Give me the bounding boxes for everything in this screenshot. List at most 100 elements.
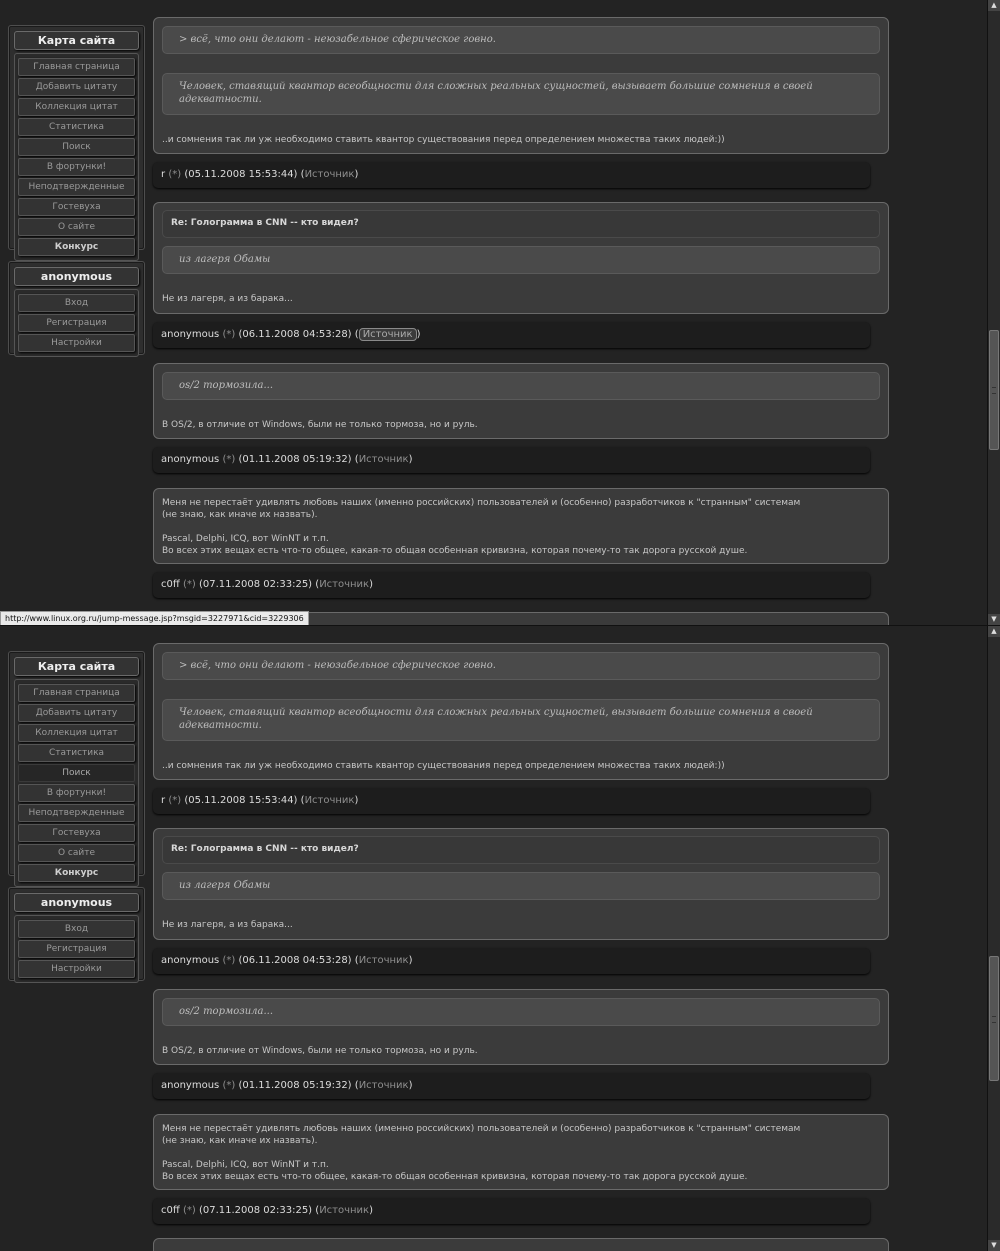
author-star-link[interactable]: (*) [168, 795, 181, 806]
nav-add-quote[interactable]: Добавить цитату [18, 78, 135, 96]
post-author[interactable]: r [161, 169, 165, 180]
nav-about[interactable]: О сайте [18, 844, 135, 862]
post-body-line [162, 1147, 880, 1159]
nav-home[interactable]: Главная страница [18, 58, 135, 76]
source-link[interactable]: Источник [305, 795, 355, 806]
post-body: Меня не перестаёт удивлять любовь наших … [162, 497, 880, 557]
post-quote: os/2 тормозила... [162, 998, 880, 1026]
nav-register[interactable]: Регистрация [18, 314, 135, 332]
source-link[interactable]: Источник [319, 1205, 369, 1216]
post-meta: anonymous (*) (01.11.2008 05:19:32) (Ист… [153, 1073, 870, 1099]
author-star-link[interactable]: (*) [222, 454, 235, 465]
post-quote: Человек, ставящий квантор всеобщности дл… [162, 699, 880, 741]
source-link[interactable]: Источник [359, 454, 409, 465]
nav-search[interactable]: Поиск [18, 138, 135, 156]
nav-statistics[interactable]: Статистика [18, 744, 135, 762]
nav-login[interactable]: Вход [18, 920, 135, 938]
user-title: anonymous [14, 267, 139, 286]
post-date: (01.11.2008 05:19:32) [238, 1080, 352, 1091]
post-author[interactable]: c0ff [161, 579, 180, 590]
post-body: В OS/2, в отличие от Windows, были не то… [162, 1046, 478, 1056]
post-quote: Человек, ставящий квантор всеобщности дл… [162, 73, 880, 115]
status-bar-url: http://www.linux.org.ru/jump-message.jsp… [0, 611, 309, 625]
user-panel: anonymous Вход Регистрация Настройки [8, 887, 145, 983]
scroll-up-icon[interactable]: ▲ [988, 0, 1000, 11]
post-card: > всё, что они делают - неюзабельное сфе… [153, 643, 889, 780]
post-body: Не из лагеря, а из барака... [162, 294, 293, 304]
nav-fortunes[interactable]: В фортунки! [18, 784, 135, 802]
source-link[interactable]: Источник [359, 955, 409, 966]
post-body: Не из лагеря, а из барака... [162, 920, 293, 930]
post-meta: c0ff (*) (07.11.2008 02:33:25) (Источник… [153, 1198, 870, 1224]
post-date: (06.11.2008 04:53:28) [238, 955, 352, 966]
nav-search[interactable]: Поиск [18, 764, 135, 782]
post-body-line: Меня не перестаёт удивлять любовь наших … [162, 498, 801, 508]
source-link[interactable]: Источник [359, 1080, 409, 1091]
post-card [153, 1238, 889, 1251]
scroll-thumb[interactable] [989, 330, 999, 450]
user-nav: Вход Регистрация Настройки [14, 289, 139, 357]
site-map-panel: Карта сайта Главная страница Добавить ци… [8, 25, 145, 261]
author-star-link[interactable]: (*) [222, 1080, 235, 1091]
nav-settings[interactable]: Настройки [18, 334, 135, 352]
post-body-line: Во всех этих вещах есть что-то общее, ка… [162, 1172, 748, 1182]
vertical-scrollbar[interactable]: ▲ ▼ [987, 0, 1000, 625]
source-link[interactable]: Источник [319, 579, 369, 590]
post-meta: anonymous (*) (01.11.2008 05:19:32) (Ист… [153, 447, 870, 473]
nav-statistics[interactable]: Статистика [18, 118, 135, 136]
author-star-link[interactable]: (*) [183, 579, 196, 590]
nav-contest[interactable]: Конкурс [18, 238, 135, 256]
post-quote: > всё, что они делают - неюзабельное сфе… [162, 652, 880, 680]
source-link[interactable]: Источник [305, 169, 355, 180]
author-star-link[interactable]: (*) [222, 955, 235, 966]
post-author[interactable]: c0ff [161, 1205, 180, 1216]
nav-home[interactable]: Главная страница [18, 684, 135, 702]
nav-settings[interactable]: Настройки [18, 960, 135, 978]
post-card: Re: Голограмма в CNN -- кто видел? из ла… [153, 202, 889, 314]
nav-quote-collection[interactable]: Коллекция цитат [18, 98, 135, 116]
vertical-scrollbar[interactable]: ▲ ▼ [987, 626, 1000, 1251]
author-star-link[interactable]: (*) [168, 169, 181, 180]
post-author[interactable]: anonymous [161, 454, 219, 465]
nav-fortunes[interactable]: В фортунки! [18, 158, 135, 176]
post-meta: c0ff (*) (07.11.2008 02:33:25) (Источник… [153, 572, 870, 598]
post-card: os/2 тормозила... В OS/2, в отличие от W… [153, 363, 889, 439]
post-meta: r (*) (05.11.2008 15:53:44) (Источник) [153, 162, 870, 188]
nav-guestbook[interactable]: Гостевуха [18, 824, 135, 842]
post-author[interactable]: anonymous [161, 955, 219, 966]
nav-register[interactable]: Регистрация [18, 940, 135, 958]
scroll-down-icon[interactable]: ▼ [988, 614, 1000, 625]
post-author[interactable]: anonymous [161, 329, 219, 340]
nav-contest[interactable]: Конкурс [18, 864, 135, 882]
nav-login[interactable]: Вход [18, 294, 135, 312]
post-card: Меня не перестаёт удивлять любовь наших … [153, 488, 889, 564]
post-quote: из лагеря Обамы [162, 872, 880, 900]
post-card: Re: Голограмма в CNN -- кто видел? из ла… [153, 828, 889, 940]
nav-guestbook[interactable]: Гостевуха [18, 198, 135, 216]
post-card: > всё, что они делают - неюзабельное сфе… [153, 17, 889, 154]
nav-unconfirmed[interactable]: Неподтвержденные [18, 804, 135, 822]
post-meta: r (*) (05.11.2008 15:53:44) (Источник) [153, 788, 870, 814]
site-map-nav: Главная страница Добавить цитату Коллекц… [14, 53, 139, 261]
post-body-line [162, 521, 880, 533]
post-author[interactable]: r [161, 795, 165, 806]
nav-add-quote[interactable]: Добавить цитату [18, 704, 135, 722]
browser-pane-top: Карта сайта Главная страница Добавить ци… [0, 0, 1000, 625]
nav-quote-collection[interactable]: Коллекция цитат [18, 724, 135, 742]
nav-unconfirmed[interactable]: Неподтвержденные [18, 178, 135, 196]
post-body: ..и сомнения так ли уж необходимо ставит… [162, 761, 725, 771]
post-quote: > всё, что они делают - неюзабельное сфе… [162, 26, 880, 54]
post-author[interactable]: anonymous [161, 1080, 219, 1091]
scroll-thumb[interactable] [989, 956, 999, 1081]
site-map-nav: Главная страница Добавить цитату Коллекц… [14, 679, 139, 887]
user-nav: Вход Регистрация Настройки [14, 915, 139, 983]
post-body: Меня не перестаёт удивлять любовь наших … [162, 1123, 880, 1183]
nav-about[interactable]: О сайте [18, 218, 135, 236]
author-star-link[interactable]: (*) [222, 329, 235, 340]
scroll-up-icon[interactable]: ▲ [988, 626, 1000, 637]
scroll-down-icon[interactable]: ▼ [988, 1240, 1000, 1251]
site-map-title: Карта сайта [14, 31, 139, 50]
post-body-line: Меня не перестаёт удивлять любовь наших … [162, 1124, 801, 1134]
author-star-link[interactable]: (*) [183, 1205, 196, 1216]
source-link[interactable]: Источник [358, 328, 417, 341]
